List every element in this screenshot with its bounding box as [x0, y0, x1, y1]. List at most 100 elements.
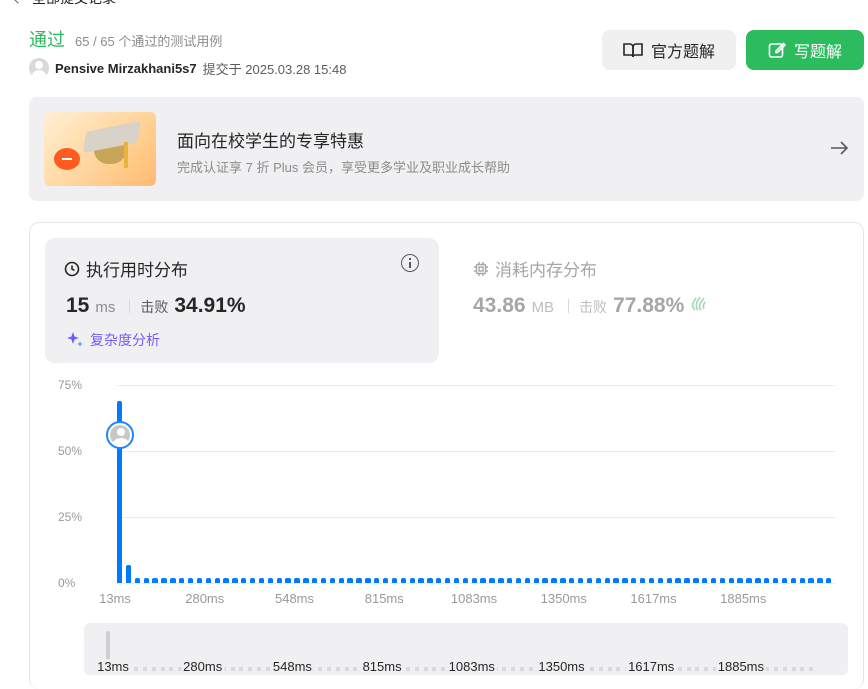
chart-bar[interactable]	[347, 577, 353, 583]
gridline	[117, 451, 835, 452]
chart-bar[interactable]	[427, 577, 433, 583]
chart-bar[interactable]	[710, 577, 717, 583]
chart-bar[interactable]	[648, 577, 655, 583]
chart-bar[interactable]	[391, 577, 398, 583]
chart-bar[interactable]	[764, 577, 770, 583]
chart-bar[interactable]	[409, 577, 415, 583]
chart-bar[interactable]	[453, 577, 460, 583]
chart-bar[interactable]	[693, 577, 699, 583]
chart-bar[interactable]	[737, 577, 743, 583]
chart-bar[interactable]	[276, 577, 282, 583]
chart-bar[interactable]	[161, 577, 167, 583]
your-submission-marker[interactable]	[105, 420, 134, 449]
chart-bar[interactable]	[826, 577, 832, 583]
chart-bar[interactable]	[684, 577, 690, 583]
chart-bar[interactable]	[436, 577, 442, 583]
chart-bar[interactable]	[365, 577, 371, 583]
chart-bar[interactable]	[604, 577, 610, 583]
chart-bar[interactable]	[223, 577, 229, 583]
chart-bar[interactable]	[356, 577, 362, 583]
chart-bar[interactable]	[772, 577, 779, 583]
chart-bar[interactable]	[542, 577, 548, 583]
chart-bar[interactable]	[400, 577, 406, 583]
chart-bar[interactable]	[515, 577, 522, 583]
arrow-right-icon[interactable]	[828, 137, 850, 159]
chart-bar[interactable]	[241, 577, 247, 583]
chart-bar[interactable]	[418, 577, 424, 583]
chart-bar[interactable]	[196, 577, 203, 583]
chart-bar[interactable]	[657, 577, 664, 583]
chart-bar[interactable]	[267, 577, 274, 583]
minimap-bar	[414, 667, 419, 671]
minimap-bar	[160, 667, 165, 671]
chart-bar[interactable]	[249, 577, 256, 583]
user-name[interactable]: Pensive Mirzakhani5s7	[55, 61, 197, 76]
chart-bar[interactable]	[134, 577, 141, 583]
chart-bar[interactable]	[294, 577, 300, 583]
chart-bar[interactable]	[143, 577, 149, 583]
chart-bar[interactable]	[808, 577, 814, 583]
chart-bar[interactable]	[303, 577, 309, 583]
chart-bar[interactable]	[613, 577, 619, 583]
avatar[interactable]	[29, 58, 49, 78]
chart-bar[interactable]	[205, 577, 211, 583]
chart-bar[interactable]	[631, 577, 637, 583]
chart-bar[interactable]	[790, 577, 797, 583]
chart-bar[interactable]	[489, 577, 495, 583]
chart-bar[interactable]	[569, 577, 575, 583]
chart-bar[interactable]	[675, 577, 681, 583]
chart-bar[interactable]	[666, 577, 672, 583]
chart-bar[interactable]	[179, 577, 185, 583]
chart-bar[interactable]	[471, 577, 477, 583]
chart-bar[interactable]	[329, 577, 336, 583]
chart-bar[interactable]	[187, 577, 194, 583]
chart-bar[interactable]	[622, 577, 628, 583]
runtime-distribution-chart[interactable]: 75% 50% 25% 0% 13ms 280ms 548ms 815ms 1083ms 1350…	[45, 376, 845, 608]
minimap-bar	[441, 667, 446, 671]
chart-bar[interactable]	[125, 564, 132, 583]
edit-icon	[768, 42, 786, 58]
runtime-card[interactable]: 执行用时分布 15 ms 击败 34.91% 复杂度分析	[45, 238, 439, 363]
chart-bar[interactable]	[258, 577, 265, 583]
back-nav[interactable]: 全部提交记录	[0, 0, 116, 8]
chart-bar[interactable]	[507, 577, 513, 583]
chart-bar[interactable]	[232, 577, 238, 583]
chart-bar[interactable]	[374, 577, 380, 583]
chart-bar[interactable]	[586, 577, 593, 583]
chart-bar[interactable]	[320, 577, 327, 583]
info-icon[interactable]	[401, 254, 419, 272]
chart-bar[interactable]	[152, 577, 158, 583]
write-solution-button[interactable]: 写题解	[746, 30, 864, 70]
chart-bar[interactable]	[444, 577, 451, 583]
chart-bar[interactable]	[817, 577, 823, 583]
chart-bar[interactable]	[498, 577, 504, 583]
chart-bar[interactable]	[746, 577, 752, 583]
chart-bar[interactable]	[462, 577, 469, 583]
chart-bar[interactable]	[755, 577, 761, 583]
chart-bar[interactable]	[639, 577, 646, 583]
chart-bar[interactable]	[382, 577, 389, 583]
chart-bar[interactable]	[285, 577, 291, 583]
chart-range-minimap[interactable]: 13ms 280ms 548ms 815ms 1083ms 1350ms 1617ms 188…	[84, 623, 848, 675]
chart-bar[interactable]	[728, 577, 734, 583]
official-solution-button[interactable]: 官方题解	[602, 30, 736, 70]
chart-bar[interactable]	[595, 577, 602, 583]
chart-bar[interactable]	[524, 577, 531, 583]
chart-bar[interactable]	[799, 577, 805, 583]
chart-bar[interactable]	[480, 577, 486, 583]
chart-bar[interactable]	[170, 577, 176, 583]
chart-bar[interactable]	[338, 577, 344, 583]
memory-card[interactable]: 消耗内存分布 43.86 MB 击败 77.88%	[473, 256, 706, 317]
chart-bar[interactable]	[719, 577, 726, 583]
chart-bar[interactable]	[214, 577, 220, 583]
memory-title: 消耗内存分布	[473, 256, 597, 281]
chart-bar[interactable]	[702, 577, 708, 583]
chart-bar[interactable]	[533, 577, 539, 583]
chart-bar[interactable]	[551, 577, 557, 583]
chart-bar[interactable]	[560, 577, 566, 583]
chart-bar[interactable]	[781, 577, 788, 583]
chart-bar[interactable]	[577, 577, 584, 583]
chart-bar[interactable]	[312, 577, 318, 583]
student-promo-banner[interactable]: 面向在校学生的专享特惠 完成认证享 7 折 Plus 会员，享受更多学业及职业成…	[29, 97, 864, 201]
complexity-analysis-link[interactable]: 复杂度分析	[66, 330, 160, 350]
